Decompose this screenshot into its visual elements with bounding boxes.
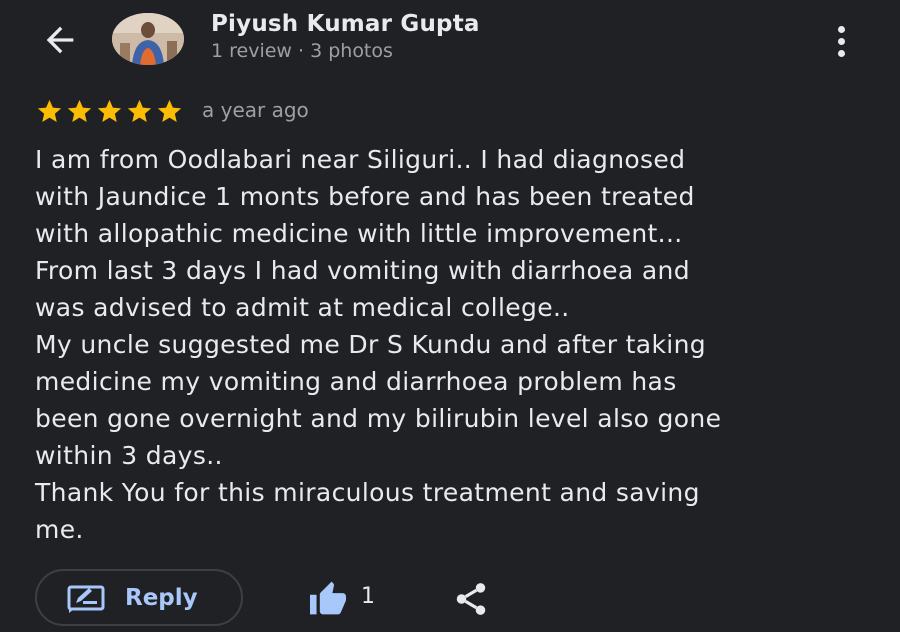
- review-text-line: been gone overnight and my bilirubin lev…: [35, 404, 722, 433]
- star-icon: [67, 99, 92, 122]
- avatar-photo-icon: [112, 13, 184, 65]
- thumb-up-icon: [310, 581, 346, 615]
- reply-button[interactable]: Reply: [35, 569, 243, 626]
- review-text-line: within 3 days..: [35, 441, 223, 470]
- like-button[interactable]: [306, 578, 350, 618]
- like-count: 1: [361, 584, 375, 609]
- share-button[interactable]: [452, 580, 490, 618]
- more-vert-icon: [837, 25, 845, 33]
- review-text-line: with allopathic medicine with little imp…: [35, 219, 683, 248]
- reply-edit-icon: [67, 585, 105, 613]
- review-text-line: was advised to admit at medical college.…: [35, 293, 570, 322]
- review-screen: Piyush Kumar Gupta 1 review · 3 photos a…: [0, 0, 900, 632]
- star-icon: [37, 99, 62, 122]
- review-text-line: Thank You for this miraculous treatment …: [35, 478, 700, 507]
- star-icon: [97, 99, 122, 122]
- more-options-button[interactable]: [826, 20, 856, 62]
- review-text-line: with Jaundice 1 monts before and has bee…: [35, 182, 695, 211]
- star-rating: [35, 97, 184, 125]
- more-vert-icon-dot: [837, 49, 845, 57]
- reply-label: Reply: [125, 585, 198, 611]
- author-meta: 1 review · 3 photos: [211, 40, 393, 62]
- review-text-line: I am from Oodlabari near Siliguri.. I ha…: [35, 145, 686, 174]
- review-text-line: My uncle suggested me Dr S Kundu and aft…: [35, 330, 706, 359]
- review-text-line: me.: [35, 515, 84, 544]
- share-icon: [456, 583, 486, 615]
- author-name[interactable]: Piyush Kumar Gupta: [211, 11, 480, 37]
- star-icon: [127, 99, 152, 122]
- back-button[interactable]: [36, 18, 84, 62]
- more-vert-icon-dot: [837, 37, 845, 45]
- arrow-back-icon: [46, 26, 74, 54]
- avatar[interactable]: [112, 13, 184, 65]
- review-text-line: medicine my vomiting and diarrhoea probl…: [35, 367, 677, 396]
- review-text: I am from Oodlabari near Siliguri.. I ha…: [35, 141, 875, 548]
- review-time: a year ago: [202, 98, 309, 122]
- review-text-line: From last 3 days I had vomiting with dia…: [35, 256, 690, 285]
- star-icon: [157, 99, 182, 122]
